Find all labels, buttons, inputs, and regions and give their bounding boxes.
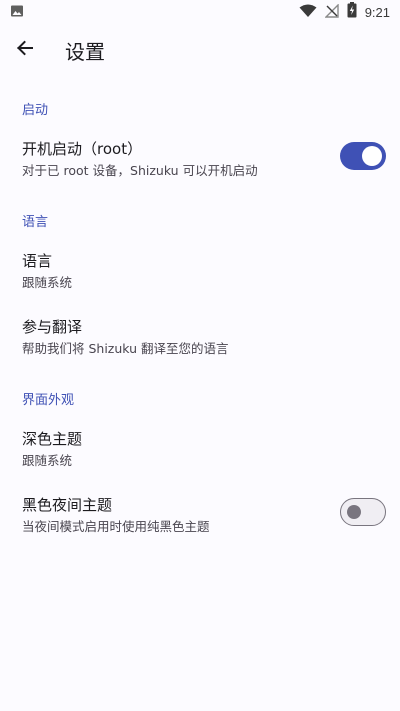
- app-bar: 设置: [0, 24, 400, 76]
- pref-title: 参与翻译: [22, 318, 83, 336]
- pref-black-night-theme[interactable]: 黑色夜间主题 当夜间模式启用时使用纯黑色主题: [0, 481, 400, 547]
- pref-translate[interactable]: 参与翻译 帮助我们将 Shizuku 翻译至您的语言: [0, 303, 400, 369]
- pref-title: 黑色夜间主题: [22, 496, 113, 514]
- switch-knob: [347, 504, 361, 519]
- pref-boot-start[interactable]: 开机启动（root） 对于已 root 设备，Shizuku 可以开机启动: [0, 125, 400, 191]
- pref-dark-theme[interactable]: 深色主题 跟随系统: [0, 415, 400, 481]
- pref-summary: 跟随系统: [22, 275, 73, 290]
- battery-charging-icon: [347, 2, 357, 22]
- pref-summary: 跟随系统: [22, 453, 73, 468]
- status-bar: 9:21: [0, 0, 400, 24]
- boot-start-switch[interactable]: [340, 142, 386, 170]
- back-button[interactable]: [1, 26, 49, 74]
- pref-summary: 当夜间模式启用时使用纯黑色主题: [22, 519, 210, 534]
- section-header-language: 语言: [22, 215, 49, 230]
- black-night-theme-switch[interactable]: [340, 498, 386, 526]
- section-header-startup: 启动: [22, 103, 49, 118]
- arrow-back-icon: [16, 39, 34, 61]
- pref-title: 语言: [22, 252, 53, 270]
- section-header-appearance: 界面外观: [22, 393, 75, 408]
- page-title: 设置: [65, 39, 105, 64]
- pref-summary: 对于已 root 设备，Shizuku 可以开机启动: [22, 163, 258, 178]
- status-time: 9:21: [364, 4, 390, 20]
- pref-summary: 帮助我们将 Shizuku 翻译至您的语言: [22, 341, 229, 356]
- pref-title: 深色主题: [22, 430, 83, 448]
- wifi-icon: [299, 3, 317, 22]
- no-signal-icon: [323, 2, 339, 22]
- pref-title: 开机启动（root）: [22, 140, 143, 158]
- switch-knob: [362, 146, 382, 166]
- image-icon: [10, 3, 24, 22]
- pref-language[interactable]: 语言 跟随系统: [0, 237, 400, 303]
